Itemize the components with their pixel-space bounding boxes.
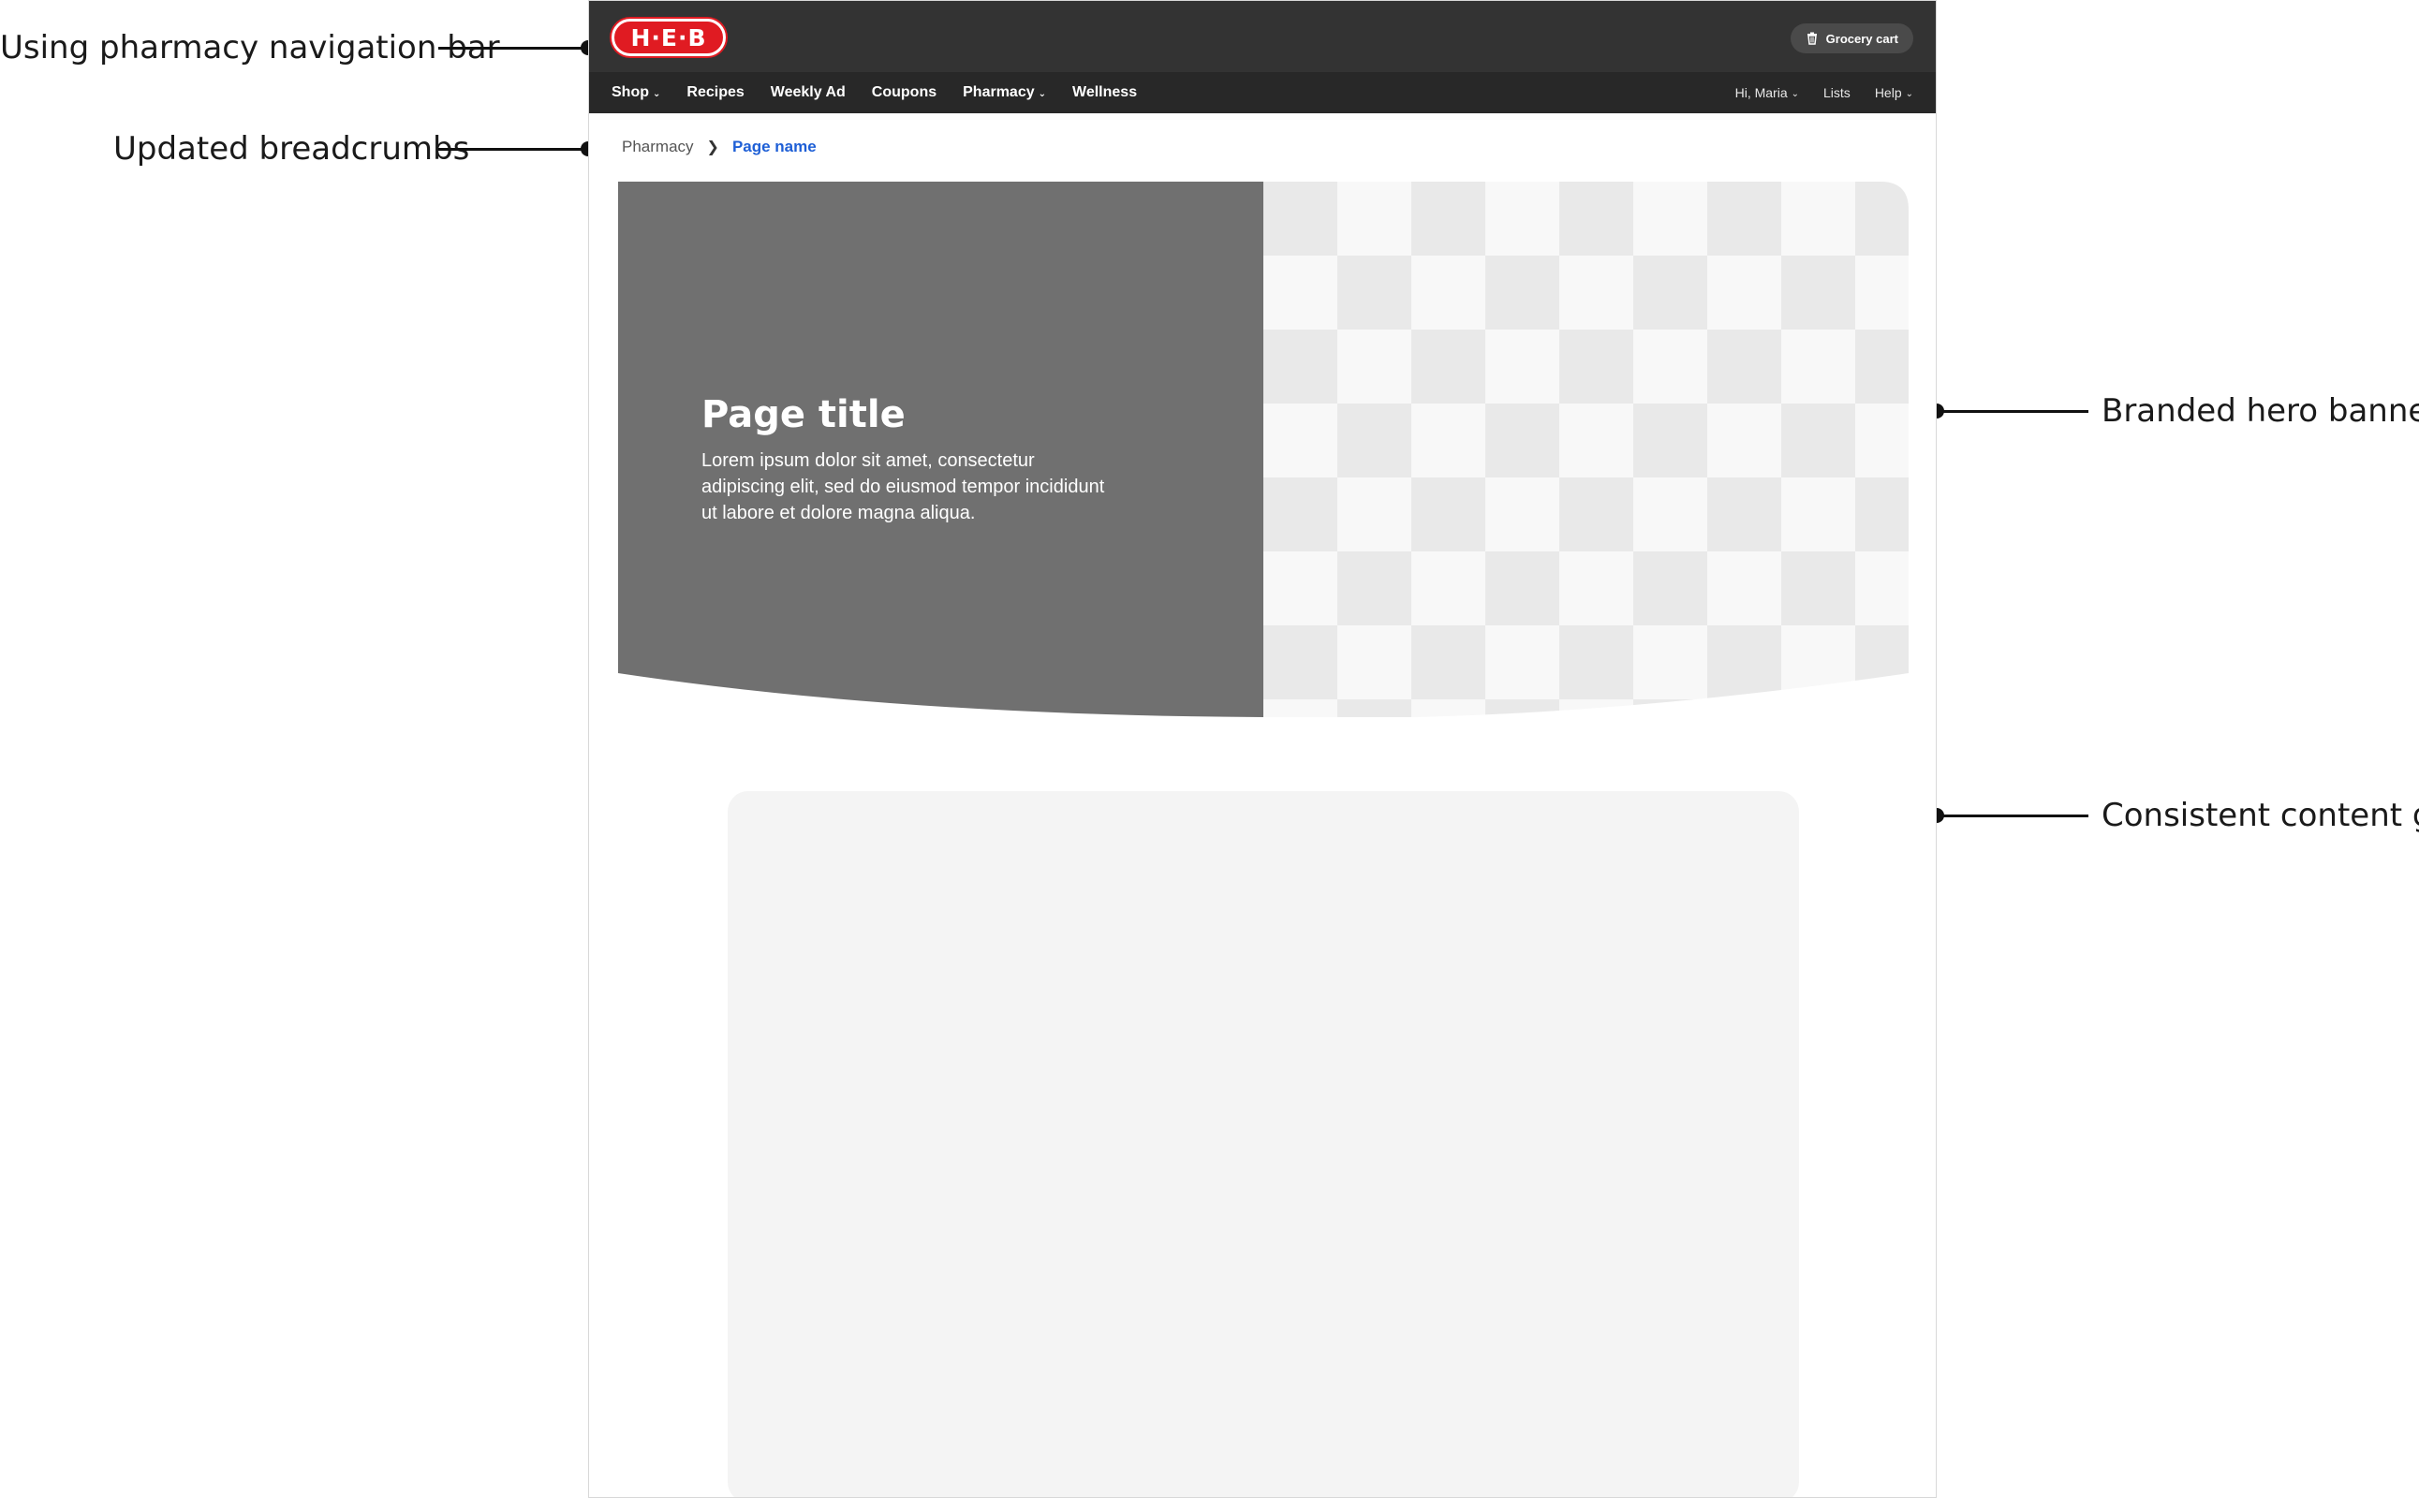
nav-item-wellness[interactable]: Wellness — [1072, 84, 1137, 101]
annotation-breadcrumbs: Updated breadcrumbs — [113, 130, 470, 168]
heb-logo[interactable]: H·E·B — [612, 19, 726, 56]
pharmacy-nav-bar: Shop ⌄ Recipes Weekly Ad Coupons Pharmac… — [589, 72, 1936, 113]
chevron-down-icon: ⌄ — [653, 88, 661, 99]
annotation-hero: Branded hero banner — [2102, 392, 2419, 430]
annotation-breadcrumbs-line — [438, 148, 590, 151]
hero-image-placeholder — [1263, 182, 1909, 717]
help-menu-label: Help — [1874, 85, 1902, 100]
nav-item-recipes-label: Recipes — [686, 84, 745, 100]
breadcrumb-home-link[interactable]: Pharmacy — [622, 138, 694, 156]
page-frame: H·E·B Grocery cart Shop ⌄ Recipes Weekly… — [588, 0, 1937, 1498]
nav-item-pharmacy[interactable]: Pharmacy ⌄ — [963, 84, 1046, 101]
breadcrumb-current: Page name — [731, 138, 817, 155]
account-menu-label: Hi, Maria — [1734, 85, 1788, 100]
lists-link-label: Lists — [1823, 85, 1851, 100]
grocery-cart-label: Grocery cart — [1825, 31, 1898, 46]
annotation-grid-line — [1937, 815, 2088, 817]
nav-item-wellness-label: Wellness — [1072, 84, 1138, 100]
nav-right-group: Hi, Maria ⌄ Lists Help ⌄ — [1711, 72, 1913, 113]
page-title: Page title — [701, 393, 906, 436]
hero-description: Lorem ipsum dolor sit amet, consectetur … — [701, 450, 1105, 523]
trash-can-icon — [1807, 32, 1817, 45]
annotation-nav-line — [438, 47, 590, 50]
nav-item-coupons-label: Coupons — [871, 84, 937, 100]
nav-item-weekly-ad[interactable]: Weekly Ad — [771, 84, 846, 101]
top-bar: H·E·B Grocery cart — [589, 1, 1936, 72]
annotation-grid: Consistent content grid — [2102, 797, 2419, 834]
grocery-cart-button[interactable]: Grocery cart — [1790, 23, 1913, 53]
nav-item-shop[interactable]: Shop ⌄ — [612, 84, 660, 101]
chevron-down-icon: ⌄ — [1791, 88, 1800, 99]
nav-item-recipes[interactable]: Recipes — [686, 84, 744, 101]
nav-item-pharmacy-label: Pharmacy — [963, 84, 1035, 100]
annotation-nav: Using pharmacy navigation bar — [0, 29, 500, 66]
nav-item-shop-label: Shop — [612, 84, 649, 100]
content-grid-card — [728, 791, 1799, 1497]
chevron-down-icon: ⌄ — [1905, 88, 1913, 99]
nav-left-group: Shop ⌄ Recipes Weekly Ad Coupons Pharmac… — [612, 72, 1163, 113]
hero-banner: Page title Lorem ipsum dolor sit amet, c… — [618, 182, 1909, 717]
lists-link[interactable]: Lists — [1823, 85, 1851, 100]
chevron-right-icon: ❯ — [706, 139, 719, 155]
account-menu[interactable]: Hi, Maria ⌄ — [1735, 85, 1799, 100]
chevron-down-icon: ⌄ — [1038, 88, 1047, 99]
nav-item-coupons[interactable]: Coupons — [872, 84, 937, 101]
help-menu[interactable]: Help ⌄ — [1875, 85, 1913, 100]
annotation-hero-line — [1937, 410, 2088, 413]
breadcrumb: Pharmacy ❯ Page name — [622, 138, 817, 156]
nav-item-weekly-ad-label: Weekly Ad — [770, 84, 846, 100]
